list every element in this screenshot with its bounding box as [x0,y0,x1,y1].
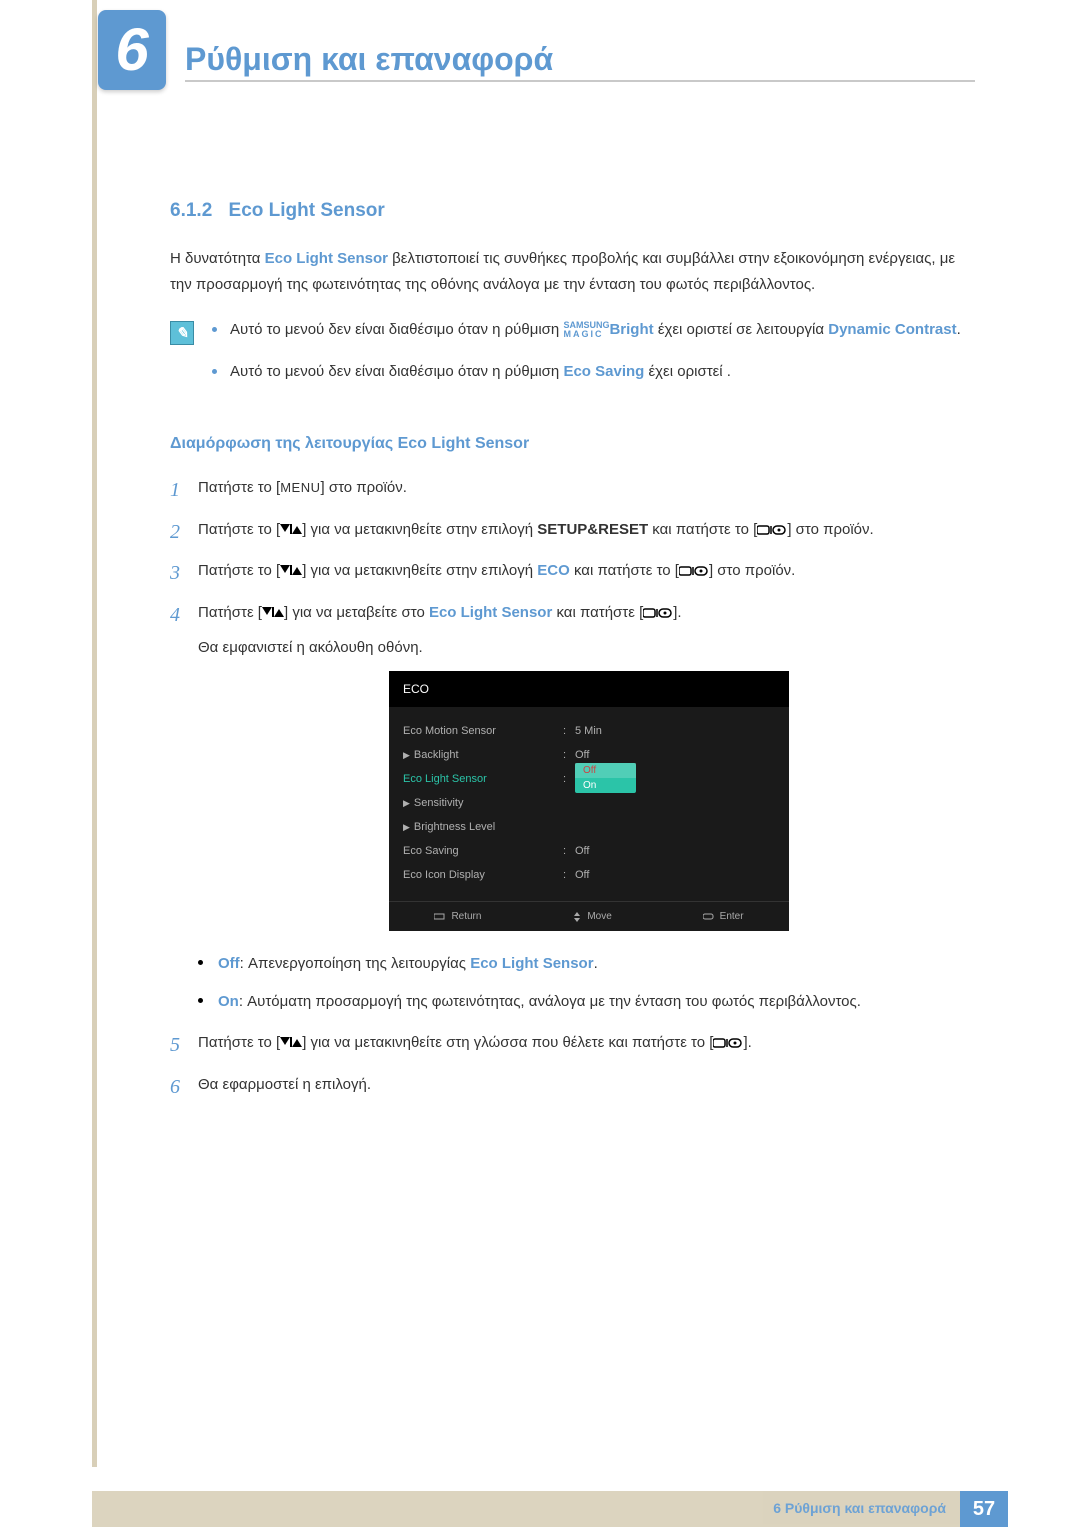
step-5: Πατήστε το [] για να μετακινηθείτε στη γ… [170,1030,980,1056]
step-4: Πατήστε [] για να μεταβείτε στο Eco Ligh… [170,600,980,1014]
note-text: έχει οριστεί . [648,363,731,380]
osd-option-off: Off [575,763,636,778]
osd-move: Move [572,908,611,925]
section-intro: Η δυνατότητα Eco Light Sensor βελτιστοπο… [170,246,980,297]
note-text: Αυτό το μενού δεν είναι διαθέσιμο όταν η… [230,321,563,338]
subsection-title: Διαμόρφωση της λειτουργίας Eco Light Sen… [170,430,980,457]
note-item-1: Αυτό το μενού δεν είναι διαθέσιμο όταν η… [212,317,961,343]
page-footer: 6 Ρύθμιση και επαναφορά 57 [0,1491,1080,1527]
enter-icon [757,524,787,536]
osd-enter: Enter [703,908,744,925]
osd-row: Eco Icon Display : Off [403,863,775,887]
down-up-icon [280,524,302,536]
move-icon [572,912,582,922]
eco-saving-label: Eco Saving [563,363,644,380]
chapter-header: 6 Ρύθμιση και επαναφορά [0,0,1080,120]
feature-name: Eco Light Sensor [265,250,388,267]
osd-footer: Return Move Enter [389,901,789,931]
return-icon [434,913,446,921]
osd-option-on: On [575,778,636,793]
enter-icon [713,1037,743,1049]
note-text: έχει οριστεί σε λειτουργία [658,321,828,338]
step-2: Πατήστε το [] για να μετακινηθείτε στην … [170,517,980,543]
section-number: 6.1.2 [170,200,212,221]
down-up-icon [280,1037,302,1049]
step-4-substep: Θα εμφανιστεί η ακόλουθη οθόνη. [198,635,980,661]
eco-label: ECO [537,562,570,579]
setup-reset-label: SETUP&RESET [537,521,648,538]
osd-title: ECO [389,671,789,707]
content-area: 6.1.2 Eco Light Sensor Η δυνατότητα Eco … [0,120,1080,1097]
samsung-magic-logo: SAMSUNGMAGIC [563,321,609,339]
off-description: Off: Απενεργοποίηση της λειτουργίας Eco … [198,951,980,977]
page-number: 57 [960,1491,1008,1527]
osd-row: Eco Saving : Off [403,839,775,863]
note-item-2: Αυτό το μενού δεν είναι διαθέσιμο όταν η… [212,359,961,385]
dynamic-contrast-label: Dynamic Contrast [828,321,956,338]
osd-row: Eco Motion Sensor : 5 Min [403,719,775,743]
down-up-icon [262,607,284,619]
enter-icon [643,607,673,619]
menu-button-label: MENU [280,480,320,495]
note-text: . [957,321,961,338]
bright-label: Bright [609,321,653,338]
step-3: Πατήστε το [] για να μετακινηθείτε στην … [170,558,980,584]
chapter-title: Ρύθμιση και επαναφορά [185,32,553,86]
chapter-number-tab: 6 [98,10,166,90]
osd-row-active: Eco Light Sensor : Off On [403,767,775,791]
on-description: On: Αυτόματη προσαρμογή της φωτεινότητας… [198,989,980,1015]
osd-return: Return [434,908,481,925]
left-margin-bar [92,0,97,1467]
chevron-right-icon: ▶ [403,748,410,763]
note-block: ✎ Αυτό το μενού δεν είναι διαθέσιμο όταν… [170,317,980,400]
chevron-right-icon: ▶ [403,820,410,835]
down-up-icon [280,565,302,577]
osd-row: ▶Brightness Level [403,815,775,839]
step-6: Θα εφαρμοστεί η επιλογή. [170,1072,980,1098]
footer-chapter-text: 6 Ρύθμιση και επαναφορά [92,1491,960,1527]
osd-option-box: Off On [575,763,636,793]
eco-light-sensor-label: Eco Light Sensor [429,604,552,621]
chapter-underline [185,80,975,82]
enter-icon [703,913,715,921]
section-title: Eco Light Sensor [229,200,385,221]
option-descriptions: Off: Απενεργοποίηση της λειτουργίας Eco … [198,951,980,1014]
chevron-right-icon: ▶ [403,796,410,811]
section-heading: 6.1.2 Eco Light Sensor [170,190,980,228]
osd-body: Eco Motion Sensor : 5 Min ▶Backlight : O… [389,707,789,901]
note-icon: ✎ [170,321,194,345]
osd-screenshot: ECO Eco Motion Sensor : 5 Min ▶Backlight… [389,671,789,931]
steps-list: Πατήστε το [MENU] στο προϊόν. Πατήστε το… [170,475,980,1097]
note-text: Αυτό το μενού δεν είναι διαθέσιμο όταν η… [230,363,563,380]
enter-icon [679,565,709,577]
step-1: Πατήστε το [MENU] στο προϊόν. [170,475,980,501]
note-list: Αυτό το μενού δεν είναι διαθέσιμο όταν η… [212,317,961,400]
